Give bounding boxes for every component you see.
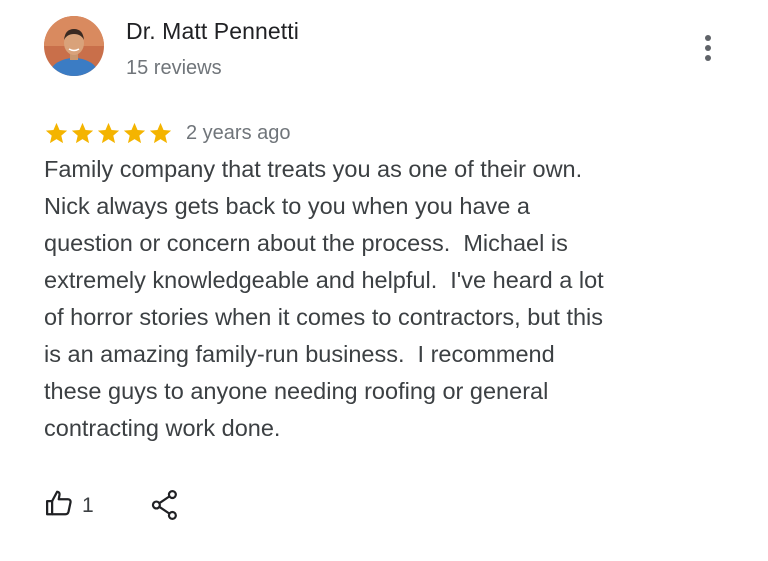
like-count: 1 [82, 493, 94, 517]
share-button[interactable] [150, 489, 180, 526]
star-icon [148, 121, 173, 146]
dot [705, 35, 711, 41]
star-rating [44, 121, 173, 146]
reviewer-name[interactable]: Dr. Matt Pennetti [126, 18, 299, 45]
review-text-line: Nick always gets back to you when you ha… [44, 193, 530, 219]
avatar-photo [44, 16, 104, 76]
review-text-line: these guys to anyone needing roofing or … [44, 378, 549, 404]
review-time: 2 years ago [186, 121, 291, 144]
share-icon [150, 489, 180, 525]
star-icon [44, 121, 69, 146]
dot [705, 55, 711, 61]
review-text-line: question or concern about the process. M… [44, 230, 568, 256]
rating-row: 2 years ago [44, 118, 291, 148]
like-button[interactable]: 1 [44, 488, 94, 523]
review-text-line: is an amazing family-run business. I rec… [44, 341, 555, 367]
review-text-line: of horror stories when it comes to contr… [44, 304, 604, 330]
review-text: Family company that treats you as one of… [44, 151, 724, 447]
more-vert-icon[interactable] [694, 30, 722, 66]
star-icon [96, 121, 121, 146]
reviewer-reviews-count: 15 reviews [126, 57, 222, 79]
avatar[interactable] [44, 16, 104, 76]
review-text-line: contracting work done. [44, 415, 281, 441]
star-icon [70, 121, 95, 146]
review-text-line: extremely knowledgeable and helpful. I'v… [44, 267, 604, 293]
dot [705, 45, 711, 51]
star-icon [122, 121, 147, 146]
review-text-line: Family company that treats you as one of… [44, 156, 583, 182]
thumbs-up-icon [44, 488, 74, 523]
